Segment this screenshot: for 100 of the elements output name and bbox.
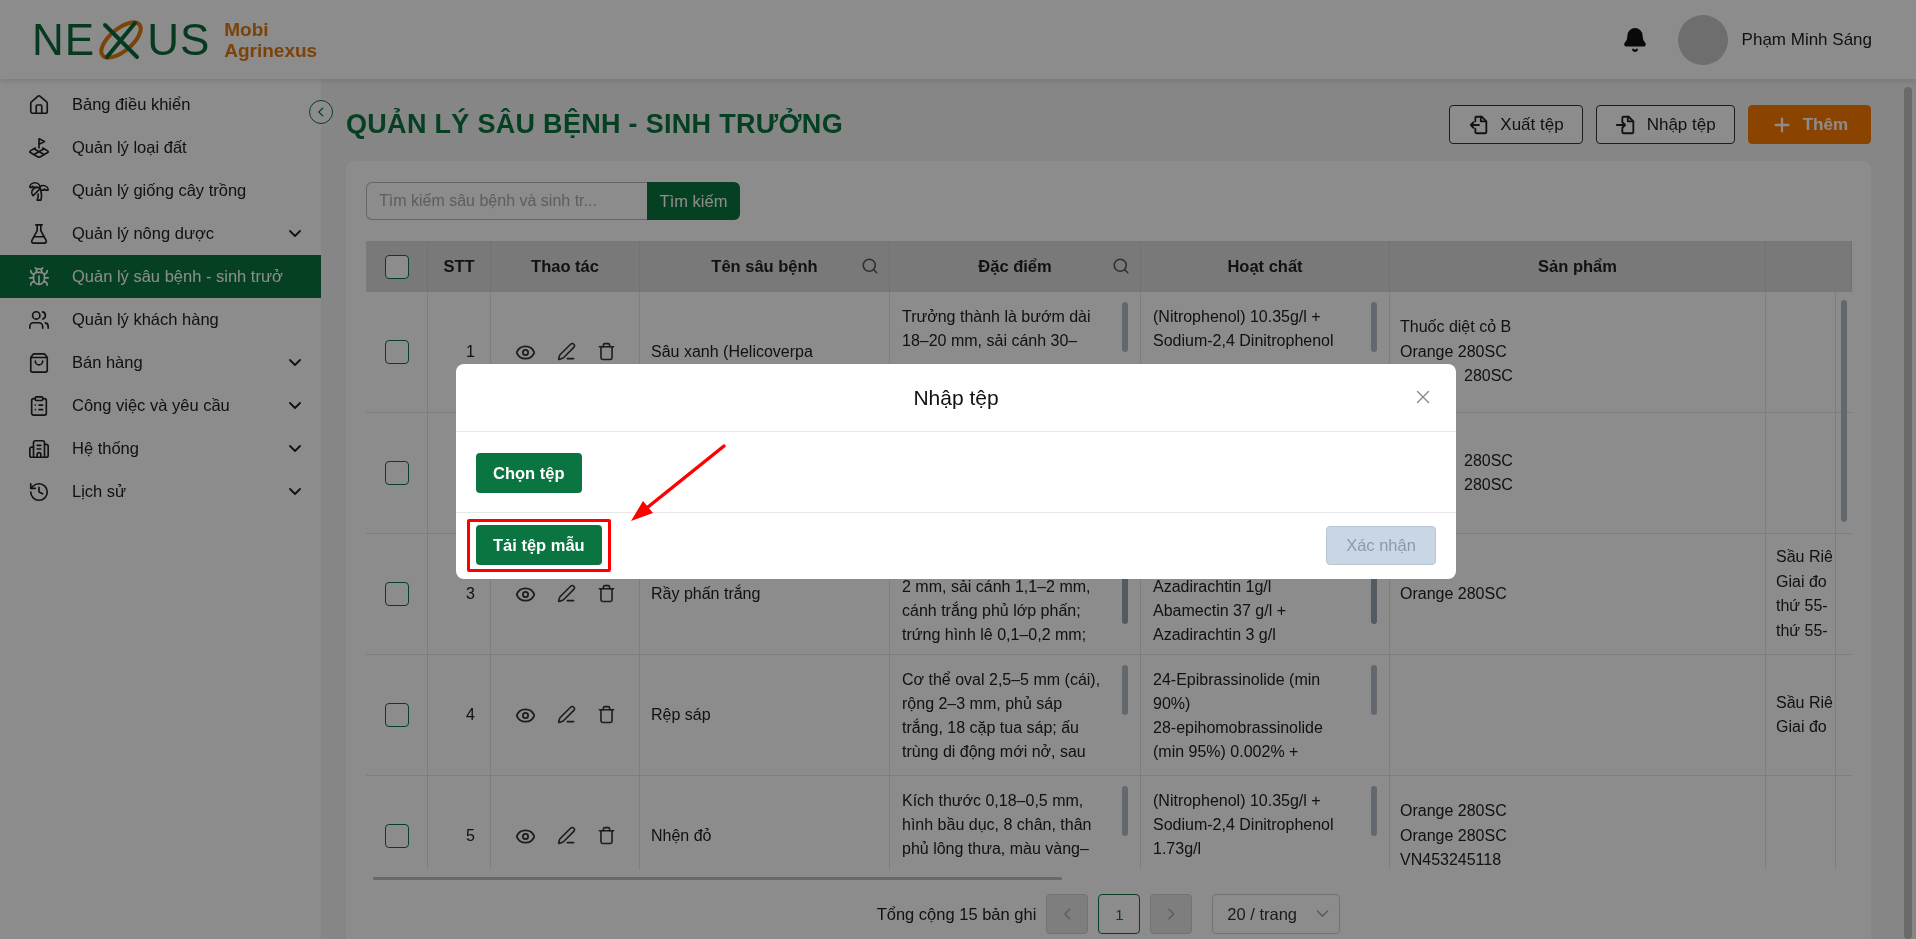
sidebar-item[interactable]: Quản lý khách hàng: [0, 298, 321, 341]
sidebar-item[interactable]: Công việc và yêu cầu: [0, 384, 321, 427]
menu-icon: [28, 394, 50, 417]
cell-text: thứ 55-: [1776, 596, 1829, 616]
product-name: Orange 280SC: [1400, 825, 1507, 846]
cell-text: (Nitrophenol) 10.35g/l + Sodium-2,4 Dinitrophenol: [1153, 307, 1335, 351]
page-size-select[interactable]: 20 / trang: [1212, 894, 1341, 934]
chevron-right-icon: [1168, 908, 1175, 920]
cell-text: Sầu Riê: [1776, 547, 1833, 567]
menu-icon: [28, 437, 50, 460]
product-name: VN453245118: [1400, 850, 1503, 870]
row-checkbox[interactable]: [384, 340, 409, 364]
column-header: Thao tác: [531, 257, 599, 276]
logo-text: US: [147, 17, 211, 62]
delete-icon[interactable]: [596, 704, 616, 726]
column-header: Sản phẩm: [1538, 257, 1617, 276]
choose-file-button[interactable]: Chọn tệp: [476, 453, 582, 493]
file-import-icon: [1614, 113, 1637, 136]
search-icon[interactable]: [861, 257, 879, 275]
scrollbar-thumb[interactable]: [1904, 87, 1912, 939]
scrollbar-thumb[interactable]: [1122, 302, 1128, 352]
product-name: 280SC: [1463, 475, 1513, 495]
sidebar-item[interactable]: Quản lý sâu bệnh - sinh trưở: [0, 255, 321, 298]
row-number: 3: [466, 585, 475, 603]
pest-name: Sâu xanh (Helicoverpa: [651, 343, 813, 361]
product-name: Orange 280SC: [1400, 341, 1508, 362]
brand-name: Mobi: [224, 18, 270, 40]
column-header: Đặc điểm: [978, 257, 1052, 276]
search-icon[interactable]: [1112, 257, 1130, 275]
row-checkbox[interactable]: [384, 582, 409, 606]
cell-text: Trưởng thành là bướm dài 18–20 mm, sải cánh 30–: [902, 307, 1092, 351]
import-button[interactable]: Nhập tệp: [1595, 105, 1735, 144]
chevron-left-icon: [318, 107, 324, 117]
column-header: Hoạt chất: [1227, 257, 1303, 276]
product-name: Orange 280SC: [1400, 801, 1507, 822]
user-name[interactable]: Phạm Minh Sáng: [1741, 29, 1872, 50]
cell-text: Giai đo: [1776, 571, 1828, 592]
sidebar-item[interactable]: Bán hàng: [0, 341, 321, 384]
chevron-down-icon: [1316, 910, 1330, 918]
scrollbar-thumb[interactable]: [1371, 786, 1377, 836]
notification-icon[interactable]: [1621, 26, 1648, 53]
cell-text: Giai đo: [1776, 717, 1828, 737]
sidebar-item[interactable]: Hệ thống: [0, 427, 321, 470]
column-header: STT: [443, 257, 475, 276]
sidebar-item[interactable]: Lịch sử: [0, 470, 321, 513]
edit-icon[interactable]: [556, 341, 576, 363]
edit-icon[interactable]: [556, 825, 576, 847]
cell-text: 24-Epibrassinolide (min 90%) 28-epihomobrassinolide (min 95%) 0.002% +: [1153, 670, 1324, 762]
sidebar-item[interactable]: Quản lý loại đất: [0, 126, 321, 169]
pest-name: Nhện đỏ: [651, 827, 712, 845]
menu-icon: [28, 265, 50, 288]
select-all-checkbox[interactable]: [384, 254, 409, 279]
scrollbar-thumb[interactable]: [1371, 302, 1377, 352]
download-template-button[interactable]: Tải tệp mẫu: [476, 525, 602, 565]
menu-icon: [28, 136, 50, 159]
product-name: 280SC: [1463, 366, 1513, 387]
delete-icon[interactable]: [596, 341, 616, 363]
export-button[interactable]: Xuất tệp: [1449, 105, 1583, 144]
cell-text: Azadirachtin 1g/l Abamectin 37 g/l + Azadirachtin 3 g/l: [1153, 577, 1287, 645]
sidebar-item[interactable]: Quản lý giống cây trồng: [0, 169, 321, 212]
pest-name: Rệp sáp: [651, 706, 711, 724]
row-number: 5: [466, 827, 475, 845]
edit-icon[interactable]: [556, 583, 576, 605]
search-button[interactable]: Tìm kiếm: [647, 182, 740, 220]
cell-text: (Nitrophenol) 10.35g/l + Sodium-2,4 Dinitrophenol 1.73g/l: [1153, 791, 1335, 859]
scrollbar-thumb[interactable]: [1122, 665, 1128, 715]
menu-icon: [28, 480, 50, 503]
cell-text: thứ 55-: [1776, 620, 1829, 641]
cell-text: Cơ thể oval 2,5–5 mm (cái), rộng 2–3 mm, phủ sáp trắng, 18 cặp tua sáp; ấu trùng di động mới nở, sau: [902, 670, 1102, 762]
edit-icon[interactable]: [556, 704, 576, 726]
row-checkbox[interactable]: [384, 461, 409, 485]
row-number: 4: [466, 706, 475, 724]
row-number: 1: [466, 343, 475, 361]
brand-name: Agrinexus: [224, 39, 318, 61]
collapse-button[interactable]: [309, 100, 333, 124]
dialog-title: Nhập tệp: [913, 385, 999, 410]
menu-icon: [28, 308, 50, 331]
column-header: Tên sâu bệnh: [711, 257, 818, 276]
delete-icon[interactable]: [596, 825, 616, 847]
page-title: QUẢN LÝ SÂU BỆNH - SINH TRƯỞNG: [346, 109, 843, 140]
logo-text: NE: [32, 17, 96, 62]
product-name: Thuốc diệt cỏ B: [1400, 317, 1513, 338]
row-checkbox[interactable]: [384, 824, 409, 848]
pest-name: Rầy phấn trắng: [651, 585, 761, 603]
scrollbar-thumb[interactable]: [1841, 300, 1847, 522]
scrollbar-thumb[interactable]: [373, 877, 1062, 880]
chevron-left-icon: [1064, 908, 1071, 920]
row-checkbox[interactable]: [384, 703, 409, 727]
menu-icon: [28, 351, 50, 374]
cell-text: Sầu Riê: [1776, 692, 1833, 713]
scrollbar-thumb[interactable]: [1122, 786, 1128, 836]
scrollbar-thumb[interactable]: [1371, 665, 1377, 715]
menu-icon: [28, 93, 50, 116]
page-button[interactable]: 1: [1098, 894, 1141, 934]
product-name: 280SC: [1463, 450, 1513, 471]
delete-icon[interactable]: [596, 583, 616, 605]
product-name: Orange 280SC: [1400, 583, 1507, 604]
cell-text: Kích thước 0,18–0,5 mm, hình bầu dục, 8 chân, thân phủ lông thưa, màu vàng–: [902, 791, 1093, 859]
menu-icon: [28, 179, 50, 202]
sidebar-item[interactable]: Quản lý nông dược: [0, 212, 321, 255]
